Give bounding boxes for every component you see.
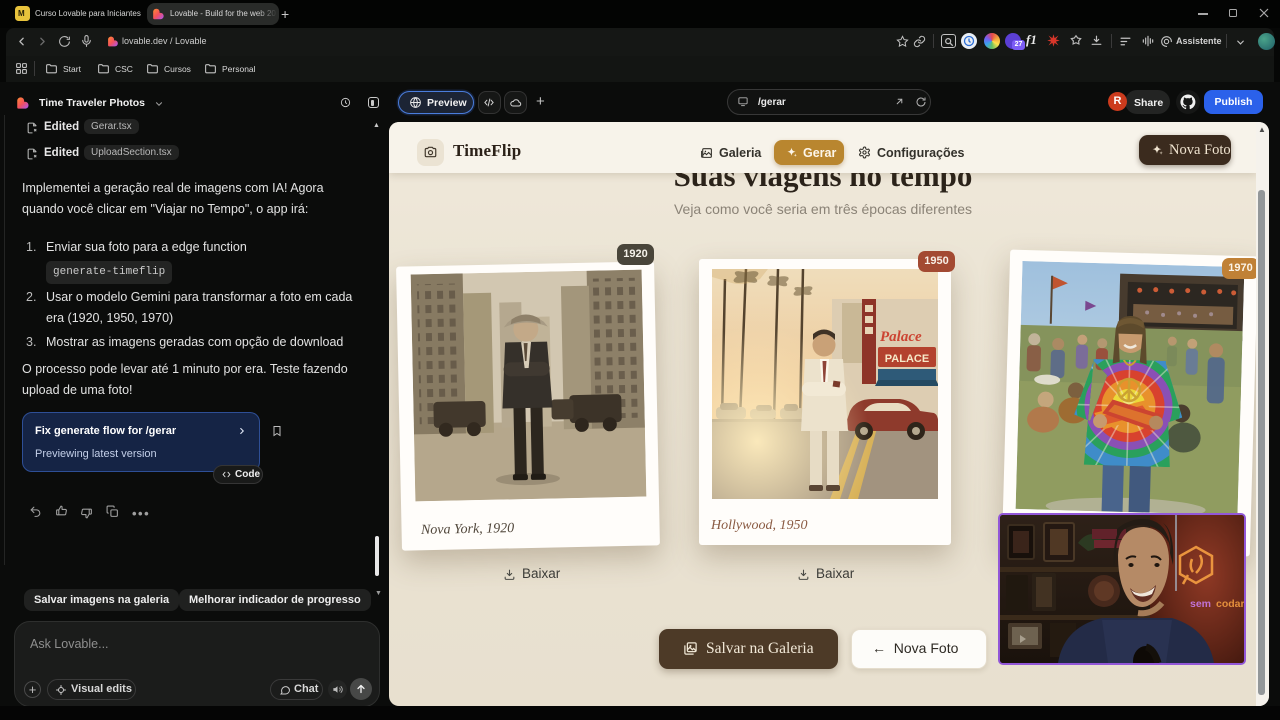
svg-text:sem: sem — [1190, 598, 1211, 610]
svg-text:codar: codar — [1216, 598, 1244, 610]
